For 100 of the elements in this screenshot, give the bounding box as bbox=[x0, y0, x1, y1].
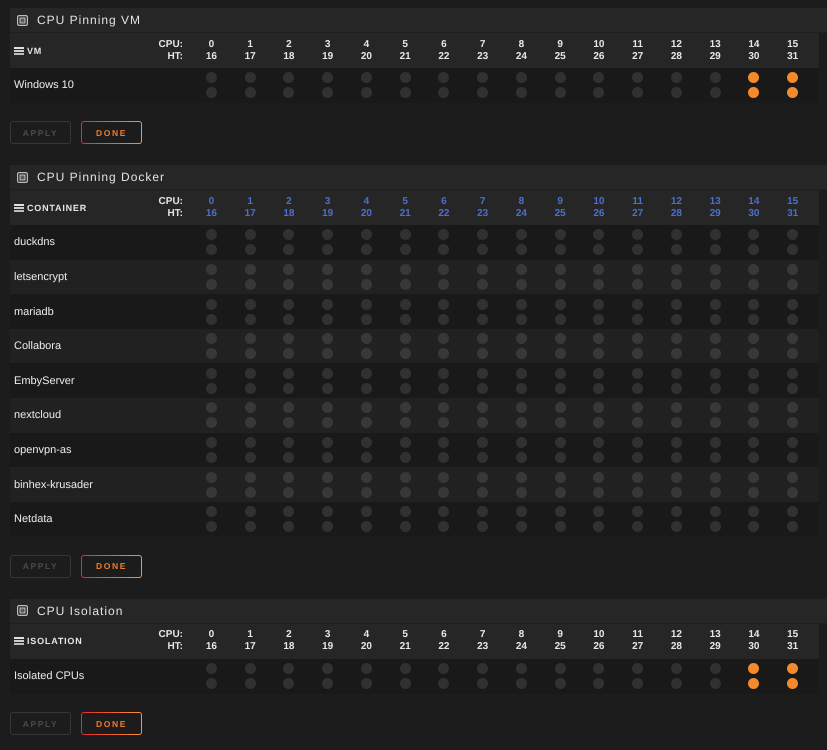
ht-checkbox[interactable] bbox=[400, 452, 411, 463]
ht-checkbox[interactable] bbox=[438, 244, 450, 256]
ht-checkbox[interactable] bbox=[670, 244, 682, 256]
ht-checkbox[interactable] bbox=[554, 87, 566, 98]
cpu-checkbox[interactable] bbox=[438, 506, 450, 518]
cpu-checkbox[interactable] bbox=[400, 298, 411, 310]
cpu-checkbox[interactable] bbox=[748, 663, 760, 674]
ht-checkbox[interactable] bbox=[554, 382, 566, 394]
cpu-checkbox[interactable] bbox=[632, 72, 644, 84]
ht-checkbox[interactable] bbox=[360, 244, 372, 256]
cpu-checkbox[interactable] bbox=[710, 506, 721, 518]
ht-checkbox[interactable] bbox=[593, 87, 604, 98]
cpu-number[interactable]: 5 bbox=[402, 196, 408, 208]
cpu-checkbox[interactable] bbox=[516, 368, 527, 379]
cpu-number[interactable]: 9 bbox=[557, 196, 563, 208]
ht-checkbox[interactable] bbox=[477, 382, 488, 394]
ht-checkbox[interactable] bbox=[206, 87, 217, 98]
cpu-checkbox[interactable] bbox=[632, 663, 644, 674]
cpu-checkbox[interactable] bbox=[206, 663, 217, 674]
ht-checkbox[interactable] bbox=[322, 452, 334, 463]
ht-checkbox[interactable] bbox=[360, 678, 372, 690]
cpu-checkbox[interactable] bbox=[787, 506, 798, 518]
cpu-checkbox[interactable] bbox=[206, 436, 217, 448]
ht-checkbox[interactable] bbox=[670, 87, 682, 98]
ht-checkbox[interactable] bbox=[206, 314, 217, 325]
cpu-checkbox[interactable] bbox=[360, 229, 372, 240]
cpu-checkbox[interactable] bbox=[360, 663, 372, 674]
ht-number[interactable]: 30 bbox=[748, 208, 760, 220]
cpu-checkbox[interactable] bbox=[283, 368, 294, 379]
cpu-checkbox[interactable] bbox=[438, 229, 450, 240]
cpu-checkbox[interactable] bbox=[670, 436, 682, 448]
cpu-checkbox[interactable] bbox=[400, 72, 411, 84]
cpu-checkbox[interactable] bbox=[244, 298, 256, 310]
cpu-checkbox[interactable] bbox=[477, 368, 488, 379]
ht-checkbox[interactable] bbox=[283, 452, 294, 463]
ht-checkbox[interactable] bbox=[787, 87, 798, 98]
ht-checkbox[interactable] bbox=[244, 87, 256, 98]
cpu-checkbox[interactable] bbox=[283, 298, 294, 310]
ht-checkbox[interactable] bbox=[632, 486, 644, 498]
cpu-checkbox[interactable] bbox=[283, 506, 294, 518]
cpu-checkbox[interactable] bbox=[400, 663, 411, 674]
ht-checkbox[interactable] bbox=[787, 382, 798, 394]
ht-checkbox[interactable] bbox=[787, 521, 798, 532]
ht-checkbox[interactable] bbox=[593, 521, 604, 532]
ht-checkbox[interactable] bbox=[477, 244, 488, 256]
ht-checkbox[interactable] bbox=[283, 678, 294, 690]
cpu-checkbox[interactable] bbox=[554, 663, 566, 674]
cpu-checkbox[interactable] bbox=[748, 368, 760, 379]
ht-checkbox[interactable] bbox=[787, 314, 798, 325]
ht-checkbox[interactable] bbox=[710, 244, 721, 256]
ht-checkbox[interactable] bbox=[244, 382, 256, 394]
cpu-checkbox[interactable] bbox=[593, 229, 604, 240]
cpu-checkbox[interactable] bbox=[554, 298, 566, 310]
cpu-checkbox[interactable] bbox=[593, 72, 604, 84]
ht-checkbox[interactable] bbox=[554, 678, 566, 690]
cpu-checkbox[interactable] bbox=[516, 506, 527, 518]
cpu-checkbox[interactable] bbox=[477, 436, 488, 448]
ht-checkbox[interactable] bbox=[322, 314, 334, 325]
cpu-checkbox[interactable] bbox=[554, 506, 566, 518]
cpu-checkbox[interactable] bbox=[283, 229, 294, 240]
cpu-checkbox[interactable] bbox=[748, 298, 760, 310]
cpu-checkbox[interactable] bbox=[360, 368, 372, 379]
cpu-checkbox[interactable] bbox=[400, 506, 411, 518]
ht-checkbox[interactable] bbox=[477, 521, 488, 532]
cpu-checkbox[interactable] bbox=[670, 506, 682, 518]
ht-checkbox[interactable] bbox=[244, 244, 256, 256]
ht-number[interactable]: 29 bbox=[710, 208, 721, 220]
cpu-checkbox[interactable] bbox=[360, 298, 372, 310]
cpu-checkbox[interactable] bbox=[516, 298, 527, 310]
cpu-checkbox[interactable] bbox=[748, 229, 760, 240]
ht-checkbox[interactable] bbox=[283, 87, 294, 98]
ht-checkbox[interactable] bbox=[322, 244, 334, 256]
ht-checkbox[interactable] bbox=[516, 244, 527, 256]
ht-checkbox[interactable] bbox=[710, 452, 721, 463]
ht-checkbox[interactable] bbox=[710, 521, 721, 532]
cpu-checkbox[interactable] bbox=[360, 506, 372, 518]
ht-checkbox[interactable] bbox=[477, 87, 488, 98]
ht-checkbox[interactable] bbox=[632, 452, 644, 463]
cpu-checkbox[interactable] bbox=[400, 229, 411, 240]
cpu-checkbox[interactable] bbox=[593, 298, 604, 310]
ht-number[interactable]: 24 bbox=[516, 208, 527, 220]
ht-checkbox[interactable] bbox=[593, 314, 604, 325]
ht-checkbox[interactable] bbox=[748, 452, 760, 463]
ht-checkbox[interactable] bbox=[206, 521, 217, 532]
ht-checkbox[interactable] bbox=[438, 87, 450, 98]
cpu-checkbox[interactable] bbox=[400, 436, 411, 448]
ht-checkbox[interactable] bbox=[400, 382, 411, 394]
cpu-checkbox[interactable] bbox=[593, 506, 604, 518]
ht-checkbox[interactable] bbox=[632, 417, 644, 428]
cpu-checkbox[interactable] bbox=[593, 436, 604, 448]
ht-checkbox[interactable] bbox=[400, 521, 411, 532]
ht-checkbox[interactable] bbox=[748, 244, 760, 256]
ht-checkbox[interactable] bbox=[438, 314, 450, 325]
ht-checkbox[interactable] bbox=[554, 314, 566, 325]
ht-checkbox[interactable] bbox=[244, 678, 256, 690]
cpu-checkbox[interactable] bbox=[670, 368, 682, 379]
ht-number[interactable]: 18 bbox=[283, 208, 294, 220]
ht-number[interactable]: 16 bbox=[206, 208, 217, 220]
cpu-number[interactable]: 10 bbox=[593, 196, 604, 208]
cpu-checkbox[interactable] bbox=[283, 663, 294, 674]
